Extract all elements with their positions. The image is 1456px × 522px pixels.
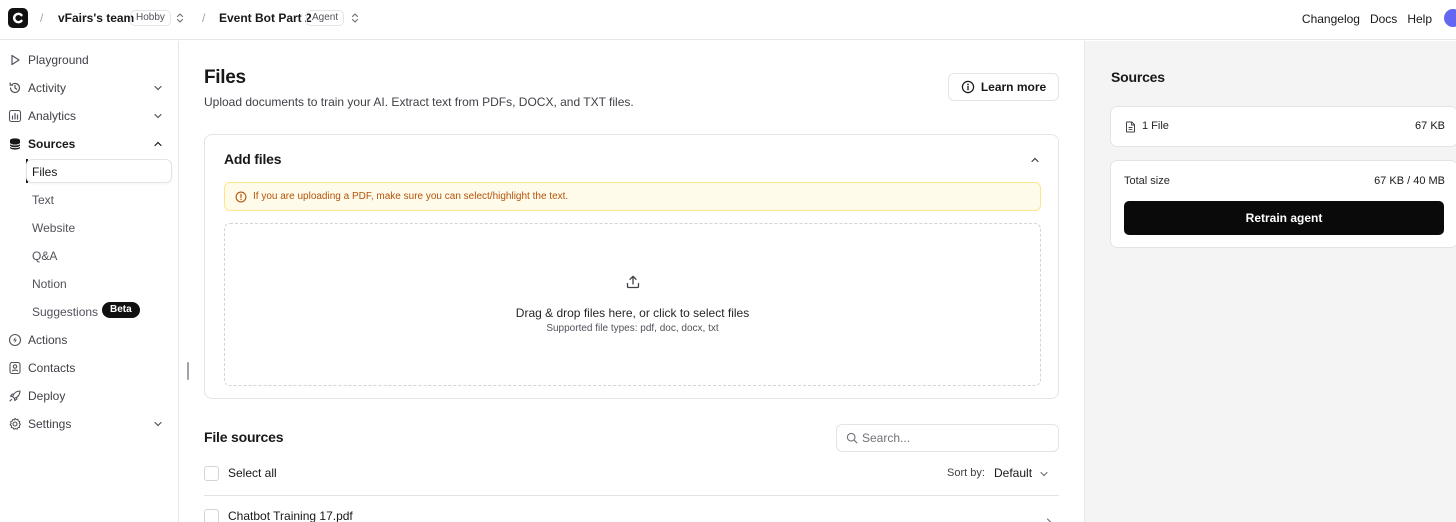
sidebar-item-label: Analytics (28, 109, 77, 123)
sources-panel-title: Sources (1111, 69, 1165, 85)
sidebar-subitem-website[interactable]: Website (26, 215, 172, 239)
sidebar-subitem-text[interactable]: Text (26, 187, 172, 211)
sidebar-item-analytics[interactable]: Analytics (0, 105, 178, 127)
docs-link[interactable]: Docs (1370, 12, 1397, 26)
search-box (836, 424, 1059, 452)
sidebar: Playground Activity Analytics Sources Fi… (0, 41, 179, 522)
top-bar: / vFairs's team Hobby / Event Bot Part 2… (0, 0, 1456, 40)
sources-summary-panel: Sources 1 File 67 KB Total size 67 KB / … (1084, 41, 1456, 522)
breadcrumb-separator: / (202, 11, 206, 25)
help-link[interactable]: Help (1407, 12, 1432, 26)
agent-name[interactable]: Event Bot Part 2 (219, 11, 312, 25)
chevron-down-icon (153, 111, 163, 121)
retrain-agent-button[interactable]: Retrain agent (1124, 201, 1444, 235)
changelog-link[interactable]: Changelog (1302, 12, 1360, 26)
collapse-chevron-icon[interactable] (1030, 155, 1040, 165)
sort-by-label: Sort by: (947, 467, 985, 479)
search-icon (846, 432, 858, 444)
list-divider (204, 495, 1059, 496)
sidebar-subitem-suggestions[interactable]: Suggestions Beta (26, 299, 172, 323)
sidebar-item-label: Playground (28, 53, 89, 67)
bolt-icon (8, 333, 22, 347)
file-icon (1125, 121, 1136, 133)
sidebar-item-label: Sources (28, 137, 76, 151)
sidebar-item-playground[interactable]: Playground (0, 49, 178, 71)
sidebar-item-label: Actions (28, 333, 68, 347)
team-name[interactable]: vFairs's team (58, 11, 134, 25)
file-count-card: 1 File 67 KB (1110, 106, 1456, 147)
database-icon (8, 137, 22, 151)
sidebar-item-label: Contacts (28, 361, 76, 375)
contact-icon (8, 361, 22, 375)
page-subtitle: Upload documents to train your AI. Extra… (204, 95, 634, 109)
team-switcher-icon[interactable] (175, 12, 185, 24)
sidebar-subitem-notion[interactable]: Notion (26, 271, 172, 295)
sidebar-subitem-qa[interactable]: Q&A (26, 243, 172, 267)
sort-select[interactable]: Default (994, 466, 1032, 480)
agent-switcher-icon[interactable] (350, 12, 360, 24)
sidebar-item-label: Activity (28, 81, 67, 95)
select-all-checkbox[interactable] (204, 466, 219, 481)
info-icon (961, 80, 975, 94)
sidebar-item-activity[interactable]: Activity (0, 77, 178, 99)
pdf-warning-banner: If you are uploading a PDF, make sure yo… (224, 182, 1041, 211)
gear-icon (8, 417, 22, 431)
sidebar-subitem-label: Website (32, 221, 76, 235)
learn-more-button[interactable]: Learn more (948, 73, 1059, 101)
sidebar-subitem-files[interactable]: Files (26, 159, 172, 183)
sidebar-item-deploy[interactable]: Deploy (0, 385, 178, 407)
search-input[interactable] (862, 430, 1052, 446)
breadcrumb-separator: / (40, 11, 44, 25)
learn-more-label: Learn more (980, 80, 1047, 94)
sidebar-item-label: Deploy (28, 389, 66, 403)
chevron-up-icon (153, 139, 163, 149)
top-links: Changelog Docs Help (1302, 12, 1432, 26)
file-size: 67 KB (1415, 120, 1445, 132)
sidebar-item-settings[interactable]: Settings (0, 413, 178, 435)
total-size-label: Total size (1124, 175, 1170, 187)
sidebar-subitem-label: Text (32, 193, 55, 207)
select-all-label[interactable]: Select all (228, 466, 277, 480)
total-size-card: Total size 67 KB / 40 MB Retrain agent (1110, 160, 1456, 248)
dropzone-supported-types: Supported file types: pdf, doc, docx, tx… (546, 323, 719, 334)
chevron-down-icon[interactable] (1039, 469, 1049, 479)
agent-badge: Agent (306, 10, 345, 26)
beta-badge: Beta (102, 302, 140, 318)
dropzone-main-text: Drag & drop files here, or click to sele… (515, 306, 750, 320)
file-dropzone[interactable]: Drag & drop files here, or click to sele… (224, 223, 1041, 386)
sidebar-subitem-label: Q&A (32, 249, 58, 263)
history-icon (8, 81, 22, 95)
file-sources-title: File sources (204, 429, 284, 445)
bar-chart-icon (8, 109, 22, 123)
sidebar-item-label: Settings (28, 417, 72, 431)
alert-circle-icon (235, 191, 247, 203)
warning-text: If you are uploading a PDF, make sure yo… (253, 191, 569, 202)
sidebar-subitem-label: Suggestions (32, 305, 99, 319)
file-count: 1 File (1142, 120, 1169, 132)
file-row-name[interactable]: Chatbot Training 17.pdf (228, 509, 353, 522)
main-content: Files Upload documents to train your AI.… (180, 41, 1084, 522)
chevron-down-icon (153, 419, 163, 429)
file-row-checkbox[interactable] (204, 509, 219, 522)
chevron-right-icon[interactable] (1044, 517, 1054, 522)
sidebar-item-sources[interactable]: Sources (0, 133, 178, 155)
chevron-down-icon (153, 83, 163, 93)
rocket-icon (8, 389, 22, 403)
sidebar-subitem-label: Files (32, 165, 58, 179)
total-size-value: 67 KB / 40 MB (1374, 175, 1445, 187)
add-files-card: Add files If you are uploading a PDF, ma… (204, 134, 1059, 399)
play-icon (8, 53, 22, 67)
sidebar-subitem-label: Notion (32, 277, 67, 291)
app-logo[interactable] (8, 8, 28, 28)
team-plan-badge: Hobby (130, 10, 171, 26)
sidebar-item-actions[interactable]: Actions (0, 329, 178, 351)
user-avatar[interactable] (1444, 9, 1456, 27)
add-files-title: Add files (224, 151, 282, 167)
sidebar-item-contacts[interactable]: Contacts (0, 357, 178, 379)
upload-icon (625, 274, 641, 290)
page-title: Files (204, 67, 246, 88)
